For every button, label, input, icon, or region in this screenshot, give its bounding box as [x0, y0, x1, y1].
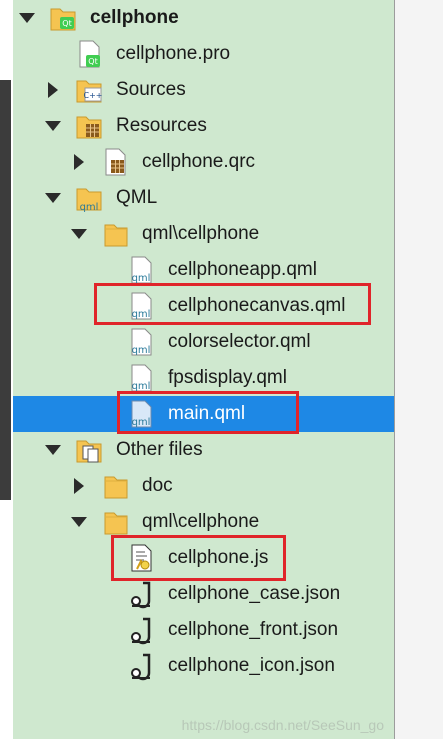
qml-file-icon: qml — [127, 399, 155, 429]
project-label: cellphone — [90, 7, 179, 28]
expand-arrow[interactable] — [43, 108, 63, 144]
other-files-icon — [75, 435, 103, 465]
tree-item-json-file[interactable]: cellphone_icon.json — [13, 648, 394, 684]
side-strip — [0, 80, 11, 500]
tree-item-resources[interactable]: Resources — [13, 108, 394, 144]
tree-item-qml-file[interactable]: qml fpsdisplay.qml — [13, 360, 394, 396]
qml-group-label: QML — [116, 187, 158, 208]
svg-text:qml: qml — [80, 202, 99, 213]
js-file-icon — [127, 543, 155, 573]
svg-text:qml: qml — [132, 273, 151, 284]
expand-arrow[interactable] — [43, 432, 63, 468]
collapse-arrow[interactable] — [69, 144, 89, 180]
project-tree[interactable]: Qt cellphone Qt cellphone.pro C++ Source… — [13, 0, 394, 739]
tree-item-other-qml-folder[interactable]: qml\cellphone — [13, 504, 394, 540]
tree-item-qrc-file[interactable]: cellphone.qrc — [13, 144, 394, 180]
qml-file-label: main.qml — [168, 403, 246, 424]
collapse-arrow[interactable] — [43, 72, 63, 108]
cpp-folder-icon: C++ — [75, 75, 103, 105]
doc-folder-label: doc — [142, 475, 173, 496]
resources-label: Resources — [116, 115, 207, 136]
qml-file-label: fpsdisplay.qml — [168, 367, 287, 388]
tree-item-pro-file[interactable]: Qt cellphone.pro — [13, 36, 394, 72]
tree-item-qml-folder[interactable]: qml\cellphone — [13, 216, 394, 252]
svg-text:qml: qml — [132, 417, 151, 428]
json-file-label: cellphone_front.json — [168, 619, 339, 640]
tree-item-sources[interactable]: C++ Sources — [13, 72, 394, 108]
left-edge — [0, 0, 13, 739]
svg-text:Qt: Qt — [88, 57, 97, 66]
other-qml-folder-label: qml\cellphone — [142, 511, 260, 532]
tree-item-qml-file[interactable]: qml colorselector.qml — [13, 324, 394, 360]
tree-item-qml-file[interactable]: qml cellphoneapp.qml — [13, 252, 394, 288]
folder-icon — [101, 471, 129, 501]
qml-file-icon: qml — [127, 363, 155, 393]
tree-item-json-file[interactable]: cellphone_case.json — [13, 576, 394, 612]
expand-arrow[interactable] — [69, 504, 89, 540]
qml-file-label: cellphoneapp.qml — [168, 259, 317, 280]
tree-item-qml-group[interactable]: qml QML — [13, 180, 394, 216]
collapse-arrow[interactable] — [69, 468, 89, 504]
svg-text:qml: qml — [132, 345, 151, 356]
tree-item-doc-folder[interactable]: doc — [13, 468, 394, 504]
qml-file-icon: qml — [127, 327, 155, 357]
tree-item-js-file[interactable]: cellphone.js — [13, 540, 394, 576]
tree-item-other-files[interactable]: Other files — [13, 432, 394, 468]
qml-folder-label: qml\cellphone — [142, 223, 260, 244]
qml-file-label: cellphonecanvas.qml — [168, 295, 346, 316]
qml-file-icon: qml — [127, 255, 155, 285]
editor-pane[interactable] — [394, 0, 443, 739]
tree-item-project[interactable]: Qt cellphone — [13, 0, 394, 36]
svg-text:Qt: Qt — [62, 19, 71, 28]
sources-label: Sources — [116, 79, 186, 100]
json-file-icon — [127, 651, 155, 681]
expand-arrow[interactable] — [17, 0, 37, 36]
tree-item-qml-file-selected[interactable]: qml main.qml — [13, 396, 394, 432]
folder-icon — [101, 219, 129, 249]
resources-folder-icon — [75, 111, 103, 141]
svg-text:qml: qml — [132, 381, 151, 392]
tree-item-qml-file[interactable]: qml cellphonecanvas.qml — [13, 288, 394, 324]
svg-text:qml: qml — [132, 309, 151, 320]
svg-text:C++: C++ — [84, 91, 103, 100]
json-file-icon — [127, 615, 155, 645]
qrc-file-icon — [101, 147, 129, 177]
qrc-file-label: cellphone.qrc — [142, 151, 256, 172]
qt-pro-file-icon: Qt — [75, 39, 103, 69]
folder-icon — [101, 507, 129, 537]
js-file-label: cellphone.js — [168, 547, 269, 568]
qml-file-label: colorselector.qml — [168, 331, 311, 352]
watermark: https://blog.csdn.net/SeeSun_go — [181, 717, 384, 733]
qml-folder-icon: qml — [75, 183, 103, 213]
qml-file-icon: qml — [127, 291, 155, 321]
expand-arrow[interactable] — [43, 180, 63, 216]
json-file-icon — [127, 579, 155, 609]
tree-item-json-file[interactable]: cellphone_front.json — [13, 612, 394, 648]
expand-arrow[interactable] — [69, 216, 89, 252]
json-file-label: cellphone_case.json — [168, 583, 341, 604]
other-files-label: Other files — [116, 439, 203, 460]
qt-project-folder-icon: Qt — [49, 3, 77, 33]
json-file-label: cellphone_icon.json — [168, 655, 335, 676]
pro-file-label: cellphone.pro — [116, 43, 231, 64]
